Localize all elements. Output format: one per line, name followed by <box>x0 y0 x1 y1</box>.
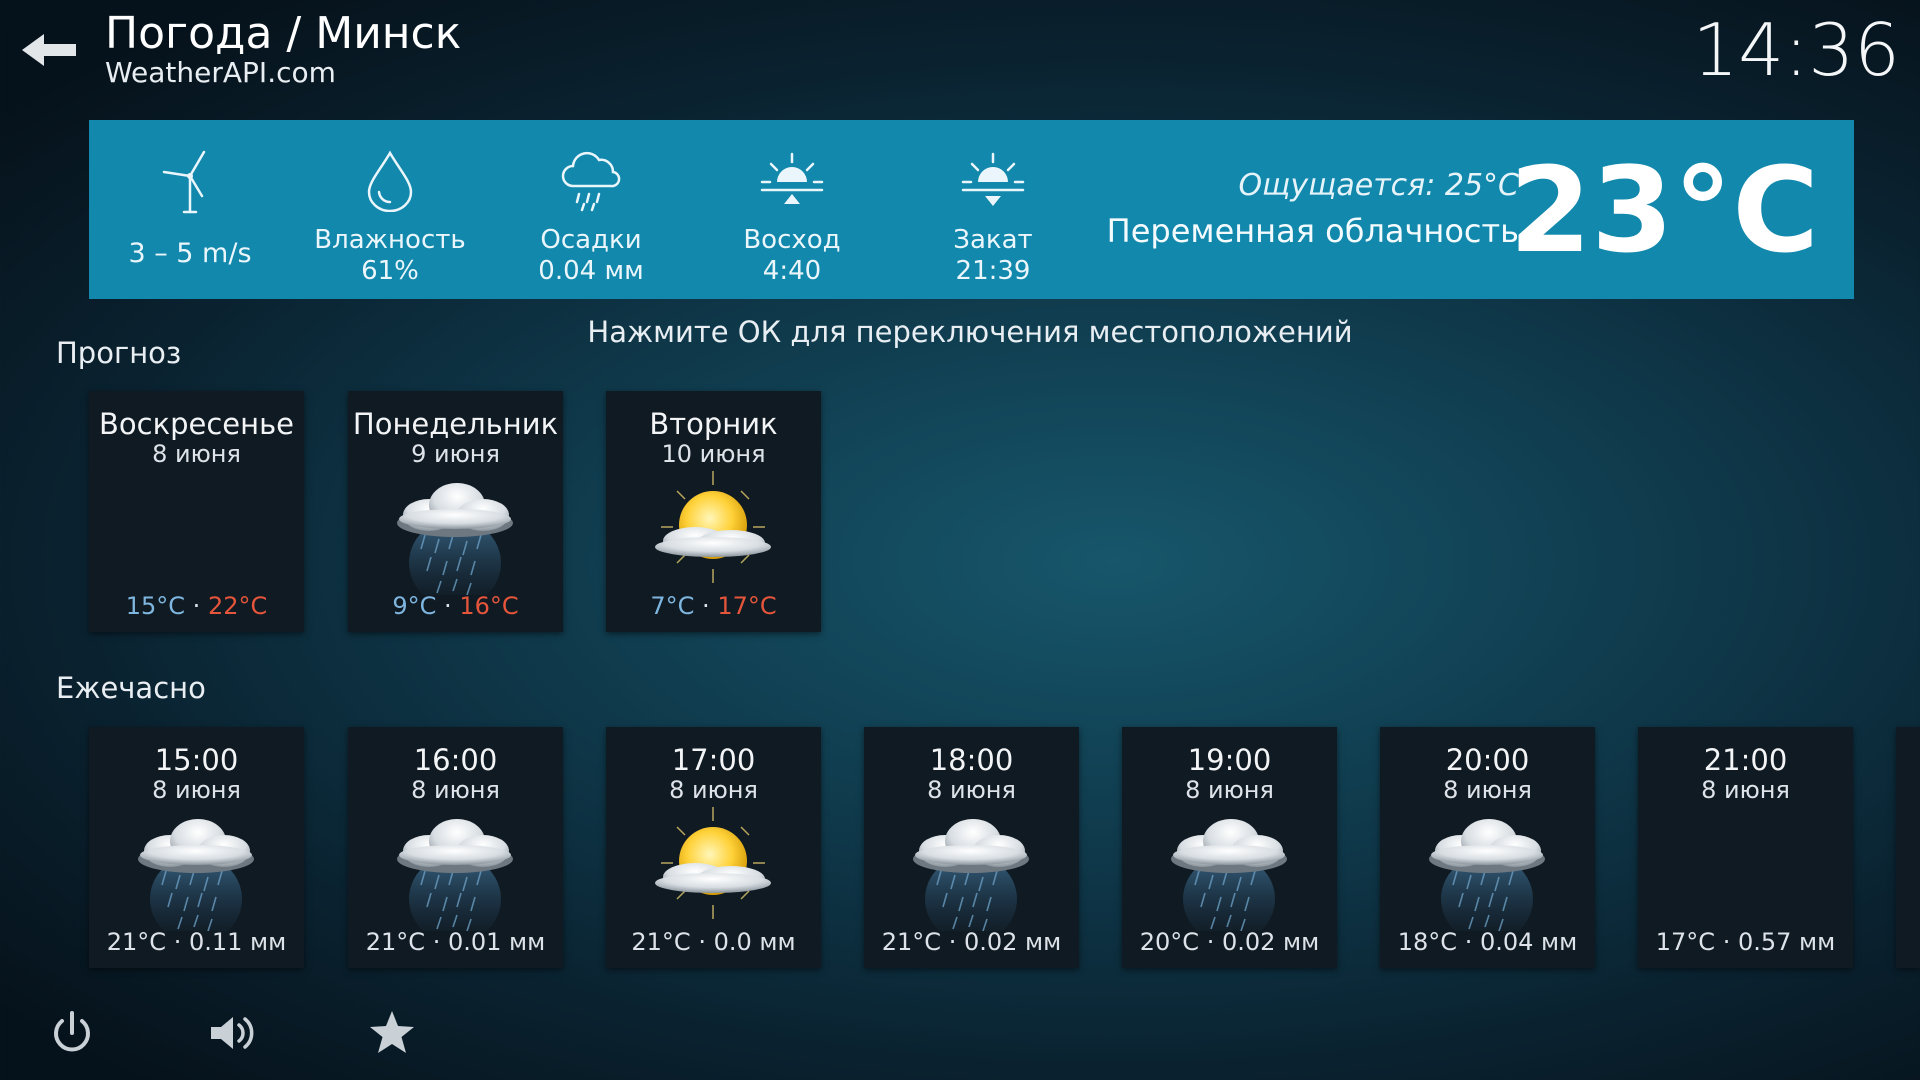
separator: · <box>192 592 201 620</box>
sunset-label: Закат <box>953 225 1033 255</box>
humidity-label: Влажность <box>314 225 466 255</box>
hourly-tile[interactable]: 21:00 8 июня 17°C · 0.57 мм <box>1638 727 1853 968</box>
precip-label: Осадки <box>540 225 642 255</box>
rain-cloud-icon <box>1170 818 1288 931</box>
hour-date: 8 июня <box>411 776 500 804</box>
sunset-value: 21:39 <box>955 256 1031 286</box>
day-name: Понедельник <box>352 407 559 441</box>
clock: 14:36 <box>1692 8 1901 92</box>
hour-summary: 21°C · 0.11 мм <box>106 928 287 956</box>
hour-time: 18:00 <box>929 743 1014 777</box>
sunset-icon <box>961 152 1025 206</box>
low-temp: 9°C <box>392 592 437 620</box>
forecast-day-tile[interactable]: Вторник 10 июня 7°C · 17°C <box>606 391 821 632</box>
sunset-stat: Закат 21:39 <box>893 120 1093 299</box>
condition-text: Переменная облачность <box>1106 212 1519 250</box>
volume-button[interactable] <box>205 1005 261 1061</box>
droplet-icon <box>367 150 413 212</box>
hourly-tile[interactable]: 17:00 8 июня 21°C · 0.0 мм <box>606 727 821 968</box>
high-temp: 17°C <box>717 592 777 620</box>
rain-cloud-icon <box>396 482 514 595</box>
feels-like: Ощущается: 25°C <box>1238 168 1519 203</box>
hour-time: 19:00 <box>1187 743 1272 777</box>
sunrise-label: Восход <box>743 225 841 255</box>
rain-cloud-icon <box>912 818 1030 931</box>
hourly-tile[interactable]: 19:00 8 июня 20°C · 0.02 мм <box>1122 727 1337 968</box>
partly-sunny-icon <box>654 806 772 920</box>
provider-name: WeatherAPI.com <box>105 56 336 89</box>
favourites-button[interactable] <box>364 1005 420 1061</box>
hourly-heading: Ежечасно <box>56 671 206 705</box>
rain-cloud-outline-icon <box>561 151 621 212</box>
low-temp: 7°C <box>650 592 695 620</box>
hour-summary: 21°C · 0.01 мм <box>365 928 546 956</box>
day-date: 9 июня <box>411 440 500 468</box>
hour-summary: 21°C · 0.0 мм <box>631 928 796 956</box>
low-temp: 15°C <box>125 592 186 620</box>
day-temps: 15°C · 22°C <box>89 591 304 621</box>
separator: · <box>702 592 710 620</box>
sunrise-stat: Восход 4:40 <box>692 120 892 299</box>
hour-date: 8 июня <box>1185 776 1274 804</box>
hour-summary: 20°C · 0.02 мм <box>1139 928 1320 956</box>
hour-time: 20:00 <box>1445 743 1530 777</box>
hour-summary: 17°C · 0.57 мм <box>1655 928 1836 956</box>
page-title: Погода / Минск <box>105 8 462 59</box>
day-date: 8 июня <box>152 440 241 468</box>
wind-value: 3 – 5 m/s <box>128 238 252 269</box>
hourly-tile[interactable]: 20:00 8 июня 18°C · 0.04 мм <box>1380 727 1595 968</box>
day-temps: 7°C · 17°C <box>606 591 821 621</box>
forecast-heading: Прогноз <box>56 336 182 370</box>
power-button[interactable] <box>44 1005 100 1061</box>
wind-turbine-icon <box>162 150 206 214</box>
volume-icon <box>211 1017 254 1049</box>
hour-date: 8 июня <box>927 776 1016 804</box>
hourly-tile[interactable]: 15:00 8 июня 21°C · 0.11 мм <box>89 727 304 968</box>
hour-summary: 21°C · 0.02 мм <box>881 928 1062 956</box>
hour-time: 17:00 <box>671 743 756 777</box>
sunrise-value: 4:40 <box>762 256 822 286</box>
day-name: Вторник <box>649 407 778 441</box>
precip-value: 0.04 мм <box>538 256 644 286</box>
humidity-value: 61% <box>361 256 419 286</box>
hour-summary: 18°C · 0.04 мм <box>1397 928 1578 956</box>
back-button[interactable] <box>20 30 80 70</box>
hourly-tile[interactable]: 18:00 8 июня 21°C · 0.02 мм <box>864 727 1079 968</box>
day-date: 10 июня <box>661 440 766 468</box>
forecast-day-tile[interactable]: Понедельник 9 июня 9°C · 16°C <box>348 391 563 632</box>
hourly-tile-partial[interactable] <box>1896 727 1920 968</box>
power-icon <box>54 1011 90 1052</box>
hour-date: 8 июня <box>669 776 758 804</box>
wind-stat: 3 – 5 m/s <box>90 120 290 299</box>
humidity-stat: Влажность 61% <box>290 120 490 299</box>
hour-time: 16:00 <box>413 743 498 777</box>
hour-time: 21:00 <box>1703 743 1788 777</box>
precip-stat: Осадки 0.04 мм <box>491 120 691 299</box>
favourites-star-icon <box>370 1011 414 1053</box>
separator: · <box>444 592 452 620</box>
hour-time: 15:00 <box>154 743 239 777</box>
arrow-left-icon <box>22 34 76 66</box>
hour-date: 8 июня <box>1701 776 1790 804</box>
hour-date: 8 июня <box>1443 776 1532 804</box>
current-conditions-bar: 3 – 5 m/s Влажность 61% Осадки 0.04 мм В… <box>89 120 1854 299</box>
hourly-tile[interactable]: 16:00 8 июня 21°C · 0.01 мм <box>348 727 563 968</box>
rain-cloud-icon <box>137 818 255 931</box>
forecast-day-tile[interactable]: Воскресенье 8 июня 15°C · 22°C <box>89 391 304 632</box>
sunrise-icon <box>760 152 824 204</box>
current-temperature: 23°C <box>1509 141 1819 279</box>
day-name: Воскресенье <box>98 407 295 441</box>
location-hint: Нажмите ОК для переключения местоположен… <box>587 315 1353 349</box>
rain-cloud-icon <box>1428 818 1546 931</box>
high-temp: 16°C <box>459 592 519 620</box>
high-temp: 22°C <box>207 592 268 620</box>
day-temps: 9°C · 16°C <box>348 591 563 621</box>
hour-date: 8 июня <box>152 776 241 804</box>
rain-cloud-icon <box>396 818 514 931</box>
partly-sunny-icon <box>654 470 772 584</box>
